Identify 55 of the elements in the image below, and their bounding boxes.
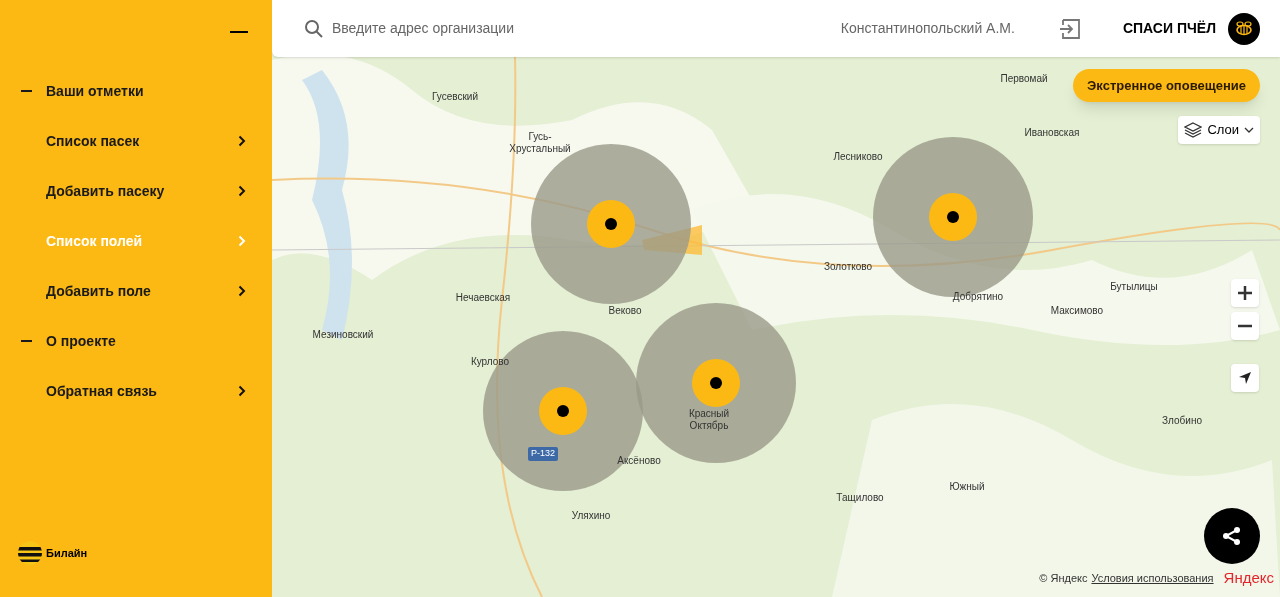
layers-icon [1184,122,1203,138]
locate-button[interactable] [1231,364,1259,392]
place-label: Первомай [1000,73,1048,85]
menu-item[interactable]: О проекте [0,316,272,366]
menu-item[interactable]: Добавить пасеку [0,166,272,216]
brand-name: Билайн [46,545,88,561]
place-label: Тащилово [836,492,884,504]
bee-logo-icon [1228,12,1260,45]
menu-item[interactable]: Список пасек [0,116,272,166]
striped-ball-logo-icon [18,541,42,565]
minus-icon [1238,324,1252,328]
place-label: Красный Октябрь [688,408,730,432]
zoom-in-button[interactable] [1231,279,1259,307]
zoom-out-button[interactable] [1231,312,1259,340]
navigation-arrow-icon [1238,371,1252,385]
place-label: Нечаевская [455,292,511,304]
user-name: Константинопольский А.М. [840,19,1015,38]
chevron-right-icon [238,235,246,247]
menu-item[interactable]: Ваши отметки [0,66,272,116]
dash-icon [21,340,32,342]
place-label: Золотково [823,261,873,273]
place-label: Бутылицы [1110,281,1158,293]
place-label: Лесниково [833,151,883,163]
place-label: Добрятино [952,291,1004,303]
map-provider-logo: Яндекс [1223,567,1274,588]
terms-link[interactable]: Условия использования [1091,569,1214,586]
project-title: СПАСИ ПЧЁЛ [1122,19,1216,38]
place-label: Мезиновский [312,329,374,341]
road-number-badge: Р-132 [528,447,559,461]
place-label: Веково [608,305,642,317]
place-label: Гусевский [432,91,478,103]
place-label: Ивановская [1024,127,1080,139]
place-label: Южный [949,481,985,493]
chevron-right-icon [238,185,246,197]
copyright-text: © Яндекс [1039,570,1088,586]
layers-button[interactable]: Слои [1178,116,1260,144]
menu-item[interactable]: Обратная связь [0,366,272,416]
place-label: Максимово [1050,305,1104,317]
chevron-right-icon [238,385,246,397]
place-label: Злобино [1162,415,1202,427]
place-label: Аксёново [617,455,661,467]
menu-item[interactable]: Добавить поле [0,266,272,316]
search-field[interactable]: Введите адрес организации [332,18,752,39]
share-icon [1222,526,1242,546]
chevron-right-icon [238,285,246,297]
chevron-right-icon [238,135,246,147]
place-label: Гусь- Хрустальный [509,131,571,155]
dash-icon [21,90,32,92]
plus-icon [1238,286,1252,300]
place-label: Курлово [470,356,510,368]
emergency-alert-button[interactable]: Экстренное оповещение [1073,69,1260,102]
logout-icon[interactable] [1058,18,1081,39]
place-label: Уляхино [571,510,611,522]
chevron-down-icon [1244,127,1254,133]
search-icon [304,18,324,39]
